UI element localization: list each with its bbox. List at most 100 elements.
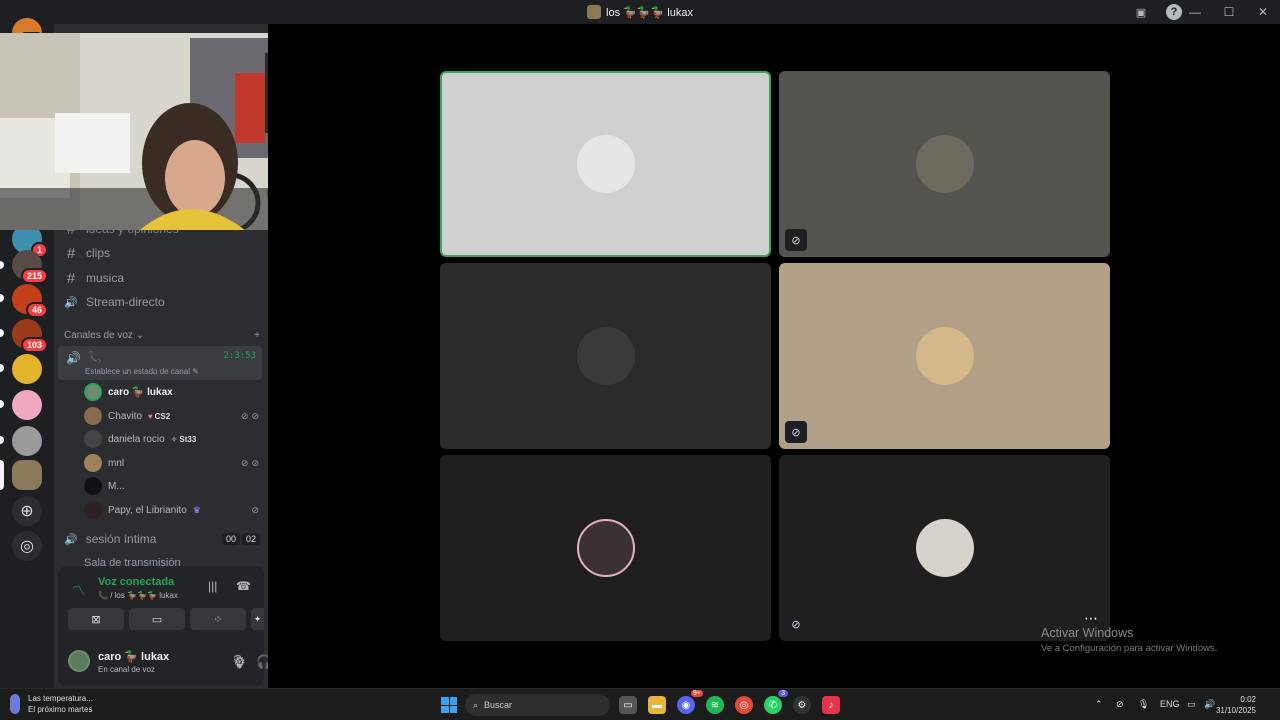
user-count: 00 02 xyxy=(221,533,260,545)
channel-stream-directo[interactable]: 🔊 Stream-directo xyxy=(60,291,260,313)
tiktok-icon[interactable]: ♪ xyxy=(822,696,840,714)
channel-musica[interactable]: # musica xyxy=(60,267,260,289)
voice-member[interactable]: caro 🦆 lukax xyxy=(84,382,262,402)
microphone-icon[interactable]: 🎙 xyxy=(1138,699,1149,710)
selected-pill xyxy=(0,460,4,490)
member-name: Chavito xyxy=(108,410,142,422)
taskbar-search[interactable]: ⌕ Buscar xyxy=(465,694,610,716)
user-avatar[interactable] xyxy=(68,650,90,672)
channel-status[interactable]: Establece un estado de canal ✎ xyxy=(85,367,199,376)
participant-avatar xyxy=(576,519,635,577)
more-options-icon[interactable]: ⋯ xyxy=(1084,610,1098,627)
channel-clips[interactable]: # clips xyxy=(60,242,260,264)
member-name: Papy, el Librianito xyxy=(108,504,187,516)
weather-line1: Las temperatura... xyxy=(28,694,93,703)
server-badge: 215 xyxy=(20,268,48,284)
speaker-icon: 🔊 xyxy=(66,351,81,365)
steam-icon[interactable]: ⚙ xyxy=(793,696,811,714)
chrome-icon[interactable]: ◎ xyxy=(735,696,753,714)
search-icon: ⌕ xyxy=(473,699,479,710)
server-icon-3[interactable]: 215 xyxy=(12,250,48,284)
spotify-icon[interactable]: ≋ xyxy=(706,696,724,714)
participant-tile-speaking[interactable] xyxy=(440,71,771,257)
add-server-button[interactable]: ⊕ xyxy=(12,496,42,526)
settings-gear-icon[interactable]: ⚙ xyxy=(234,654,246,670)
activation-watermark-subtitle: Ve a Configuración para activar Windows. xyxy=(1041,643,1218,654)
task-view-icon[interactable]: ▭ xyxy=(619,696,637,714)
soundboard-icon: ✦ xyxy=(253,613,262,624)
category-label: Canales de voz xyxy=(64,330,133,341)
channel-label: sesión íntima xyxy=(85,532,157,546)
active-voice-channel[interactable]: 🔊 📞 2:3:53 Establece un estado de canal … xyxy=(58,346,262,380)
hash-icon: # xyxy=(66,244,76,262)
avatar xyxy=(84,407,102,425)
discord-window: los 🦆🦆🦆 lukax ▣ ? — ☐ ✕ 517 1 215 46 xyxy=(0,0,1280,720)
inbox-icon[interactable]: ▣ xyxy=(1133,4,1149,20)
server-icon-5[interactable]: 103 xyxy=(12,319,48,353)
activities-button[interactable]: ⁘ xyxy=(190,608,246,630)
voice-member[interactable]: mnl ⊘⊘ xyxy=(84,453,262,473)
discord-icon[interactable]: ◉ 9+ xyxy=(677,690,703,714)
chevron-up-icon[interactable]: ⌃ xyxy=(1095,699,1103,710)
minimize-button[interactable]: — xyxy=(1178,5,1212,19)
screen-share-button[interactable]: ▭ xyxy=(129,608,185,630)
voice-member[interactable]: M... xyxy=(84,476,262,496)
badge-icon: ♛ xyxy=(192,504,201,515)
server-icon-8[interactable] xyxy=(12,426,42,456)
voice-member[interactable]: Papy, el Librianito ♛ ⊘ xyxy=(84,500,262,520)
server-icon-7[interactable] xyxy=(12,390,42,420)
voice-channel-link[interactable]: 📞 / los 🦆🦆🦆 lukax xyxy=(98,591,178,600)
maximize-button[interactable]: ☐ xyxy=(1212,5,1246,19)
voice-category-header[interactable]: Canales de voz ⌄ + xyxy=(64,330,260,341)
camera-off-button[interactable]: ⊠ xyxy=(68,608,124,630)
participant-tile[interactable] xyxy=(440,263,771,449)
file-explorer-icon[interactable]: ▬ xyxy=(648,696,666,714)
server-icon-current[interactable] xyxy=(12,460,42,490)
disconnect-icon[interactable]: ☎ xyxy=(236,579,251,593)
server-badge: 103 xyxy=(20,337,48,353)
participant-avatar xyxy=(576,327,635,385)
participant-tile[interactable]: ⊘ xyxy=(779,263,1110,449)
video-grid: ⊘ ⊘ ⊘ ⋯ xyxy=(268,24,1280,688)
window-title-group: los 🦆🦆🦆 lukax xyxy=(587,5,693,19)
clock-time: 0:02 xyxy=(1240,695,1256,704)
soundboard-button[interactable]: ✦ xyxy=(251,608,264,630)
screen-share-icon: ▭ xyxy=(151,613,163,626)
voice-channel-sesion[interactable]: 🔊 sesión íntima 00 02 xyxy=(60,529,260,549)
user-name: caro 🦆 lukax xyxy=(98,651,170,663)
display-icon[interactable]: ▭ xyxy=(1187,699,1196,710)
volume-icon[interactable]: 🔊 xyxy=(1204,699,1215,710)
voice-member[interactable]: daniela rocio ✧ St33 xyxy=(84,429,262,449)
add-channel-icon[interactable]: + xyxy=(254,330,260,341)
participant-tile[interactable]: ⊘ ⋯ xyxy=(779,455,1110,641)
voice-member[interactable]: Chavito ♥ CS2 ⊘⊘ xyxy=(84,406,262,426)
avatar xyxy=(84,430,102,448)
unread-pill xyxy=(0,294,4,302)
server-icon-4[interactable]: 46 xyxy=(12,284,48,318)
server-icon-6[interactable] xyxy=(12,354,42,384)
speaker-icon: 🔊 xyxy=(64,296,78,309)
unread-pill xyxy=(0,436,4,444)
close-button[interactable]: ✕ xyxy=(1246,5,1280,19)
network-off-icon[interactable]: ⊘ xyxy=(1116,699,1124,710)
participant-tile[interactable] xyxy=(440,455,771,641)
avatar xyxy=(84,501,102,519)
channel-label: musica xyxy=(86,271,125,285)
language-indicator[interactable]: ENG xyxy=(1160,699,1180,709)
participant-tile[interactable]: ⊘ xyxy=(779,71,1110,257)
avatar xyxy=(84,454,102,472)
avatar xyxy=(84,477,102,495)
weather-line2: El próximo martes xyxy=(28,705,93,714)
chevron-down-icon: ⌄ xyxy=(135,330,145,341)
clock[interactable]: 0:02 31/10/2025 xyxy=(1216,694,1256,716)
start-button[interactable] xyxy=(441,697,457,713)
member-name: M... xyxy=(108,480,125,492)
muted-deafened-icon: ⊘⊘ xyxy=(240,410,262,421)
voice-status-title[interactable]: Voz conectada xyxy=(98,576,174,588)
discover-icon[interactable]: ◎ xyxy=(12,531,42,561)
noise-suppression-icon[interactable]: ||| xyxy=(208,579,217,593)
participant-avatar xyxy=(915,135,974,193)
muted-icon: ⊘ xyxy=(251,504,262,515)
whatsapp-icon[interactable]: ✆ 3 xyxy=(764,690,788,714)
weather-widget[interactable]: Las temperatura... El próximo martes xyxy=(10,693,93,715)
